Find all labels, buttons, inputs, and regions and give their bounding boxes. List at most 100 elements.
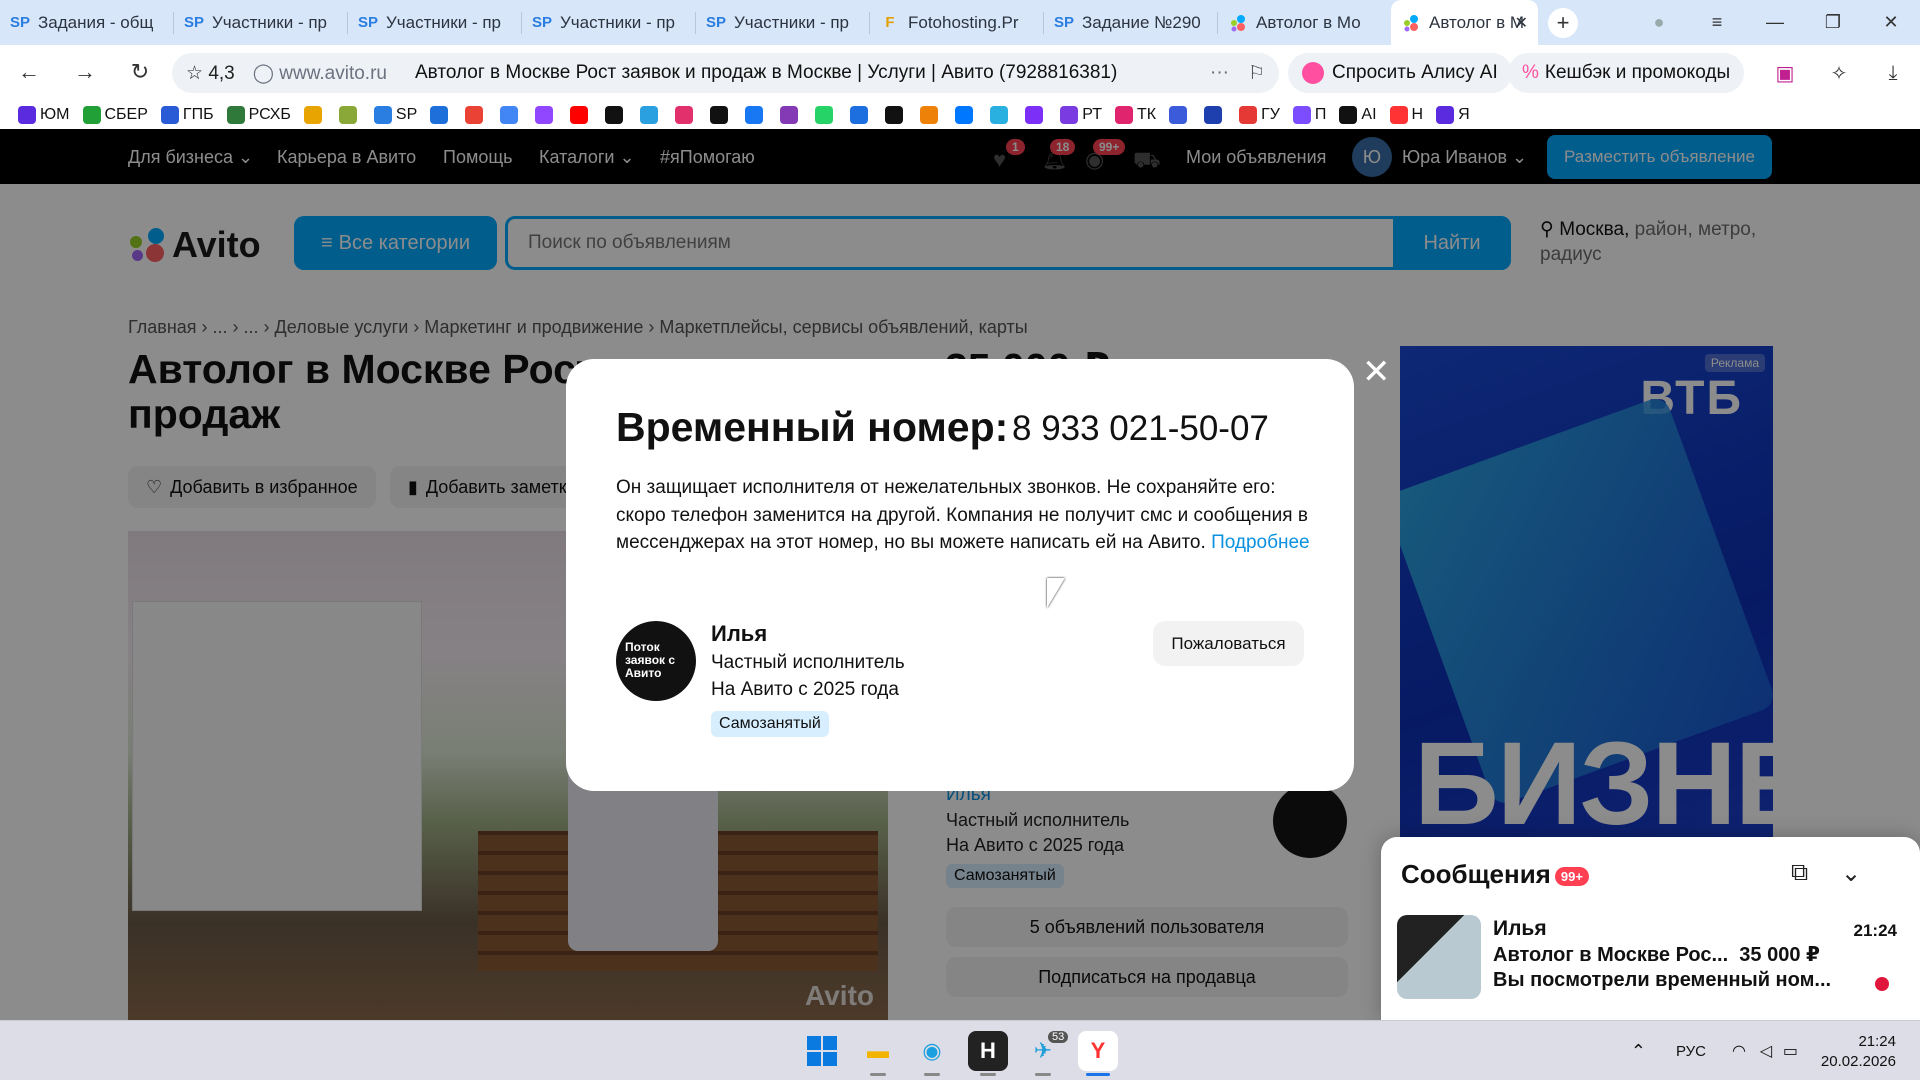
- seller-logo-avatar[interactable]: Поток заявок с Авито: [616, 621, 696, 701]
- bookmark-item[interactable]: Я: [1436, 106, 1470, 124]
- bookmark-favicon-icon: [1239, 106, 1258, 124]
- address-bar-tools: ▣ ✧ ⤓: [1758, 45, 1920, 101]
- bookmark-item[interactable]: ГУ: [1239, 106, 1280, 124]
- bookmark-item[interactable]: SP: [373, 106, 417, 124]
- bookmark-icon[interactable]: ⚐: [1248, 62, 1265, 85]
- more-link[interactable]: Подробнее: [1211, 532, 1310, 553]
- reload-icon[interactable]: ↻: [113, 59, 167, 85]
- bookmark-favicon-icon: [780, 106, 799, 124]
- bookmark-item[interactable]: РТ: [1060, 106, 1102, 124]
- modal-seller-name[interactable]: Илья: [711, 621, 767, 647]
- minimize-icon[interactable]: —: [1746, 12, 1804, 33]
- tab-6[interactable]: F Fotohosting.Pr: [870, 0, 1043, 45]
- modal-close-icon[interactable]: ✕: [1362, 355, 1391, 389]
- bookmark-item[interactable]: [815, 106, 837, 124]
- bookmark-label: Н: [1411, 106, 1424, 123]
- battery-icon[interactable]: ▭: [1783, 1041, 1798, 1061]
- open-external-icon[interactable]: ⧉: [1791, 859, 1808, 887]
- modal-title: Временный номер:: [616, 404, 1009, 450]
- tab-active[interactable]: Автолог в М ✕: [1391, 0, 1538, 45]
- download-icon[interactable]: ⤓: [1866, 62, 1920, 85]
- windows-start-icon[interactable]: [802, 1031, 842, 1071]
- message-item[interactable]: Илья 21:24 Автолог в Москве Рос... 35 00…: [1397, 915, 1897, 999]
- bookmark-item[interactable]: [430, 106, 452, 124]
- bookmark-favicon-icon: [465, 106, 484, 124]
- temp-phone-number[interactable]: 8 933 021-50-07: [1012, 409, 1269, 449]
- wifi-icon[interactable]: ◠: [1732, 1041, 1746, 1061]
- tab-5[interactable]: SP Участники - пр: [696, 0, 869, 45]
- bookmark-item[interactable]: [1169, 106, 1191, 124]
- bookmark-label: П: [1314, 106, 1327, 123]
- file-explorer-icon[interactable]: ▬: [858, 1031, 898, 1071]
- menu-icon[interactable]: ≡: [1688, 12, 1746, 33]
- bookmark-item[interactable]: [745, 106, 767, 124]
- clock-date[interactable]: 20.02.2026: [1821, 1053, 1896, 1070]
- cashback-button[interactable]: % Кешбэк и промокоды: [1508, 53, 1745, 93]
- bookmark-item[interactable]: ГПБ: [160, 106, 214, 124]
- language-indicator[interactable]: РУС: [1676, 1043, 1706, 1060]
- bookmark-item[interactable]: [535, 106, 557, 124]
- url-field[interactable]: ☆ 4,3 ◯ www.avito.ru Автолог в Москве Ро…: [172, 53, 1279, 93]
- chrome-browser-icon[interactable]: ◉: [912, 1031, 952, 1071]
- star-rating-icon[interactable]: ☆ 4,3: [186, 62, 235, 85]
- extensions-icon[interactable]: ✧: [1812, 61, 1866, 86]
- bookmark-item[interactable]: П: [1292, 106, 1327, 124]
- tab-2[interactable]: SP Участники - пр: [174, 0, 347, 45]
- clock-time[interactable]: 21:24: [1858, 1033, 1896, 1050]
- report-button[interactable]: Пожаловаться: [1153, 621, 1304, 666]
- bookmark-item[interactable]: [303, 106, 326, 124]
- bookmark-label: AI: [1361, 106, 1377, 123]
- bookmark-item[interactable]: [1204, 106, 1226, 124]
- tab-1[interactable]: SP Задания - общ: [0, 0, 173, 45]
- bookmark-item[interactable]: СБЕР: [82, 106, 148, 124]
- back-arrow-icon[interactable]: ←: [2, 59, 56, 85]
- bookmark-item[interactable]: ТК: [1114, 106, 1156, 124]
- bookmark-favicon-icon: [640, 106, 659, 124]
- profile-icon[interactable]: ●: [1630, 12, 1688, 33]
- bookmark-item[interactable]: [570, 106, 592, 124]
- chevron-down-icon[interactable]: ⌄: [1841, 859, 1861, 888]
- bookmark-item[interactable]: РСХБ: [226, 106, 291, 124]
- bookmark-item[interactable]: [850, 106, 872, 124]
- bookmark-item[interactable]: [465, 106, 487, 124]
- bookmark-label: РСХБ: [248, 106, 291, 123]
- window-controls: ● ≡ — ❐ ✕: [1630, 0, 1920, 45]
- bookmark-item[interactable]: Н: [1389, 106, 1424, 124]
- fotohosting-favicon-icon: F: [885, 14, 895, 31]
- new-tab-icon[interactable]: +: [1548, 7, 1578, 38]
- tray-chevron-up-icon[interactable]: ⌃: [1631, 1041, 1646, 1062]
- alice-button[interactable]: Спросить Алису AI: [1288, 53, 1512, 93]
- messages-panel-badge: 99+: [1554, 866, 1589, 886]
- volume-icon[interactable]: ◁: [1760, 1041, 1772, 1061]
- bookmark-item[interactable]: [605, 106, 627, 124]
- bookmark-item[interactable]: [780, 106, 802, 124]
- bookmark-item[interactable]: [1025, 106, 1047, 124]
- modal-seller-tag: Самозанятый: [711, 711, 829, 737]
- tab-close-icon[interactable]: ✕: [1515, 13, 1528, 33]
- yandex-browser-icon[interactable]: Y: [1078, 1031, 1118, 1071]
- bookmark-item[interactable]: [955, 106, 977, 124]
- alice-icon: [1302, 62, 1324, 84]
- notion-like-app-icon[interactable]: H: [968, 1031, 1008, 1071]
- close-window-icon[interactable]: ✕: [1862, 12, 1920, 33]
- restore-icon[interactable]: ❐: [1804, 12, 1862, 33]
- bookmark-item[interactable]: [640, 106, 662, 124]
- tab-3[interactable]: SP Участники - пр: [348, 0, 521, 45]
- tab-8[interactable]: Автолог в Мо: [1218, 0, 1391, 45]
- forward-arrow-icon[interactable]: →: [58, 59, 112, 85]
- bookmark-item[interactable]: AI: [1339, 106, 1377, 124]
- bookmarks-bar: ЮМ СБЕР ГПБ РСХБ SP РТ ТК ГУ П AI Н Я: [0, 101, 1920, 129]
- bookmark-item[interactable]: [990, 106, 1012, 124]
- bookmark-favicon-icon: [920, 106, 939, 124]
- bookmark-item[interactable]: [675, 106, 697, 124]
- more-dots-icon[interactable]: ···: [1210, 62, 1229, 84]
- bookmark-item[interactable]: [920, 106, 942, 124]
- tab-7[interactable]: SP Задание №290: [1044, 0, 1217, 45]
- bookmark-item[interactable]: [885, 106, 907, 124]
- tab-4[interactable]: SP Участники - пр: [522, 0, 695, 45]
- bookmark-item[interactable]: ЮМ: [18, 106, 70, 124]
- image-icon[interactable]: ▣: [1758, 61, 1812, 86]
- bookmark-item[interactable]: [500, 106, 522, 124]
- bookmark-item[interactable]: [338, 106, 361, 124]
- bookmark-item[interactable]: [710, 106, 732, 124]
